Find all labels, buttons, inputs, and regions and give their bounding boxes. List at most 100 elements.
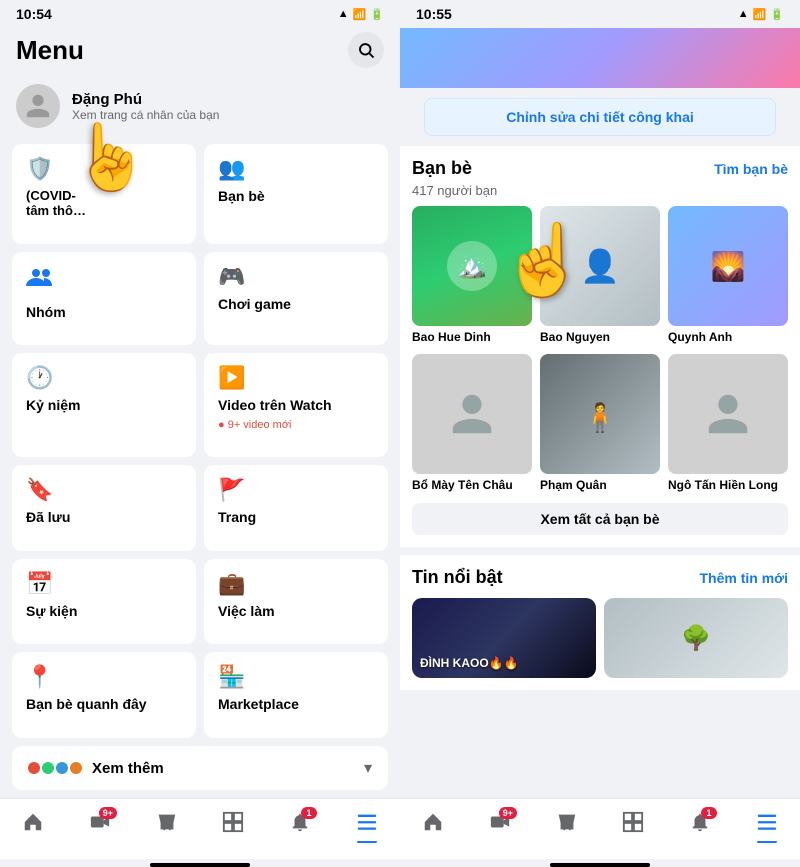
friend-bo-may-ten-chau[interactable]: Bổ Mày Tên Châu — [412, 354, 532, 494]
menu-item-viec-lam[interactable]: 💼 Việc làm — [204, 559, 388, 645]
active-nav-line — [357, 841, 377, 843]
friend-name-bao-nguyen: Bao Nguyen — [540, 330, 660, 346]
home-icon — [22, 811, 44, 839]
right-shop-icon — [556, 811, 578, 839]
su-kien-label: Sự kiện — [26, 603, 182, 619]
nav-shop[interactable] — [148, 807, 186, 843]
friends-section: Bạn bè Tìm bạn bè 417 người bạn 🏔️ Bao H… — [400, 146, 800, 547]
menu-item-choi-game[interactable]: 🎮 Chơi game — [204, 252, 388, 346]
friend-name-quynh-anh: Quynh Anh — [668, 330, 788, 346]
friend-name-bo-may-ten-chau: Bổ Mày Tên Châu — [412, 478, 532, 494]
friend-bao-nguyen[interactable]: 👤 Bao Nguyen — [540, 206, 660, 346]
see-more-dots — [28, 762, 82, 774]
bell-badge: 1 — [301, 807, 317, 819]
nav-menu[interactable] — [348, 807, 386, 843]
them-tin-moi-link[interactable]: Thêm tin mới — [699, 570, 788, 586]
tin-card-1[interactable]: ĐÌNH KAOO🔥🔥 — [412, 598, 596, 678]
right-panel: 10:55 ▲ 📶 🔋 Chỉnh sửa chi tiết công khai… — [400, 0, 800, 867]
profile-name: Đặng Phú — [72, 91, 219, 108]
trang-label: Trang — [218, 509, 374, 525]
friend-photo-bao-hue-dinh: 🏔️ — [412, 206, 532, 326]
profile-row[interactable]: Đặng Phú Xem trang cá nhân của bạn — [0, 76, 400, 136]
friend-photo-bo-may-ten-chau — [412, 354, 532, 474]
covid-icon: 🛡️ — [26, 156, 182, 182]
right-menu-icon — [756, 811, 778, 839]
friend-pham-quan[interactable]: 🧍 Phạm Quân — [540, 354, 660, 494]
ban-be-label: Bạn bè — [218, 188, 374, 204]
right-nav-video[interactable]: 9+ — [481, 807, 519, 843]
friend-name-ngo-tan-hien-long: Ngô Tấn Hiền Long — [668, 478, 788, 494]
game-label: Chơi game — [218, 296, 374, 312]
marketplace-icon: 🏪 — [218, 664, 374, 690]
menu-item-su-kien[interactable]: 📅 Sự kiện — [12, 559, 196, 645]
nav-square[interactable] — [214, 807, 252, 843]
tin-cards: ĐÌNH KAOO🔥🔥 🌳 — [412, 598, 788, 678]
menu-search-button[interactable] — [348, 32, 384, 68]
see-more-row[interactable]: Xem thêm ▾ — [12, 746, 388, 790]
menu-item-marketplace[interactable]: 🏪 Marketplace — [204, 652, 388, 738]
friends-section-header: Bạn bè Tìm bạn bè — [412, 158, 788, 179]
menu-item-ban-be-quanh-day[interactable]: 📍 Bạn bè quanh đây — [12, 652, 196, 738]
nearby-label: Bạn bè quanh đây — [26, 696, 182, 712]
menu-item-da-luu[interactable]: 🔖 Đã lưu — [12, 465, 196, 551]
menu-item-trang[interactable]: 🚩 Trang — [204, 465, 388, 551]
ky-niem-icon: 🕐 — [26, 365, 182, 391]
right-bottom-nav: 9+ 1 — [400, 798, 800, 859]
menu-item-nhom[interactable]: Nhóm — [12, 252, 196, 346]
right-square-icon — [622, 811, 644, 839]
covid-label: (COVID-tâm thô… — [26, 188, 182, 218]
da-luu-label: Đã lưu — [26, 509, 182, 525]
left-status-bar: 10:54 ▲ 📶 🔋 — [0, 0, 400, 28]
right-nav-shop[interactable] — [548, 807, 586, 843]
menu-item-video-watch[interactable]: ▶️ Video trên Watch ● 9+ video mới — [204, 353, 388, 457]
chevron-down-icon: ▾ — [364, 758, 372, 778]
tin-card-2[interactable]: 🌳 — [604, 598, 788, 678]
menu-header: Menu — [0, 28, 400, 76]
trang-icon: 🚩 — [218, 477, 374, 503]
left-time: 10:54 — [16, 6, 52, 22]
avatar — [16, 84, 60, 128]
ban-be-icon: 👥 — [218, 156, 374, 182]
friends-title: Bạn bè — [412, 158, 472, 179]
friend-ngo-tan-hien-long[interactable]: Ngô Tấn Hiền Long — [668, 354, 788, 494]
right-bell-badge: 1 — [701, 807, 717, 819]
friend-photo-quynh-anh: 🌄 — [668, 206, 788, 326]
tin-section: Tin nổi bật Thêm tin mới ĐÌNH KAOO🔥🔥 🌳 — [400, 555, 800, 690]
cover-photo — [400, 28, 800, 88]
video-watch-icon: ▶️ — [218, 365, 374, 391]
nav-video[interactable]: 9+ — [81, 807, 119, 843]
right-nav-menu[interactable] — [748, 807, 786, 843]
menu-grid: 🛡️ (COVID-tâm thô… 👥 Bạn bè Nhóm 🎮 Chơi — [0, 136, 400, 746]
right-nav-square[interactable] — [614, 807, 652, 843]
friend-photo-pham-quan: 🧍 — [540, 354, 660, 474]
friends-count: 417 người bạn — [412, 183, 788, 198]
marketplace-label: Marketplace — [218, 696, 374, 712]
nav-home[interactable] — [14, 807, 52, 843]
find-friends-link[interactable]: Tìm bạn bè — [714, 161, 788, 177]
left-bottom-nav: 9+ 1 — [0, 798, 400, 859]
menu-item-ban-be[interactable]: 👥 Bạn bè — [204, 144, 388, 244]
right-status-bar: 10:55 ▲ 📶 🔋 — [400, 0, 800, 28]
nhom-label: Nhóm — [26, 304, 182, 320]
tin-header: Tin nổi bật Thêm tin mới — [412, 567, 788, 588]
da-luu-icon: 🔖 — [26, 477, 182, 503]
friend-bao-hue-dinh[interactable]: 🏔️ Bao Hue Dinh — [412, 206, 532, 346]
right-nav-bell[interactable]: 1 — [681, 807, 719, 843]
ky-niem-label: Kỷ niệm — [26, 397, 182, 413]
see-all-friends-button[interactable]: Xem tất cả bạn bè — [412, 503, 788, 535]
right-nav-home[interactable] — [414, 807, 452, 843]
friends-grid: 🏔️ Bao Hue Dinh 👤 Bao Nguyen 🌄 — [412, 206, 788, 493]
edit-public-button[interactable]: Chỉnh sửa chi tiết công khai — [424, 98, 776, 136]
viec-lam-icon: 💼 — [218, 571, 374, 597]
menu-item-ky-niem[interactable]: 🕐 Kỷ niệm — [12, 353, 196, 457]
edit-public-section: Chỉnh sửa chi tiết công khai — [412, 98, 788, 136]
video-watch-sub: ● 9+ video mới — [218, 419, 374, 431]
home-indicator-right — [550, 863, 650, 867]
friend-quynh-anh[interactable]: 🌄 Quynh Anh — [668, 206, 788, 346]
profile-sub: Xem trang cá nhân của bạn — [72, 108, 219, 122]
menu-item-covid[interactable]: 🛡️ (COVID-tâm thô… — [12, 144, 196, 244]
menu-title: Menu — [16, 35, 84, 66]
friend-photo-ngo-tan-hien-long — [668, 354, 788, 474]
right-home-icon — [422, 811, 444, 839]
nav-bell[interactable]: 1 — [281, 807, 319, 843]
